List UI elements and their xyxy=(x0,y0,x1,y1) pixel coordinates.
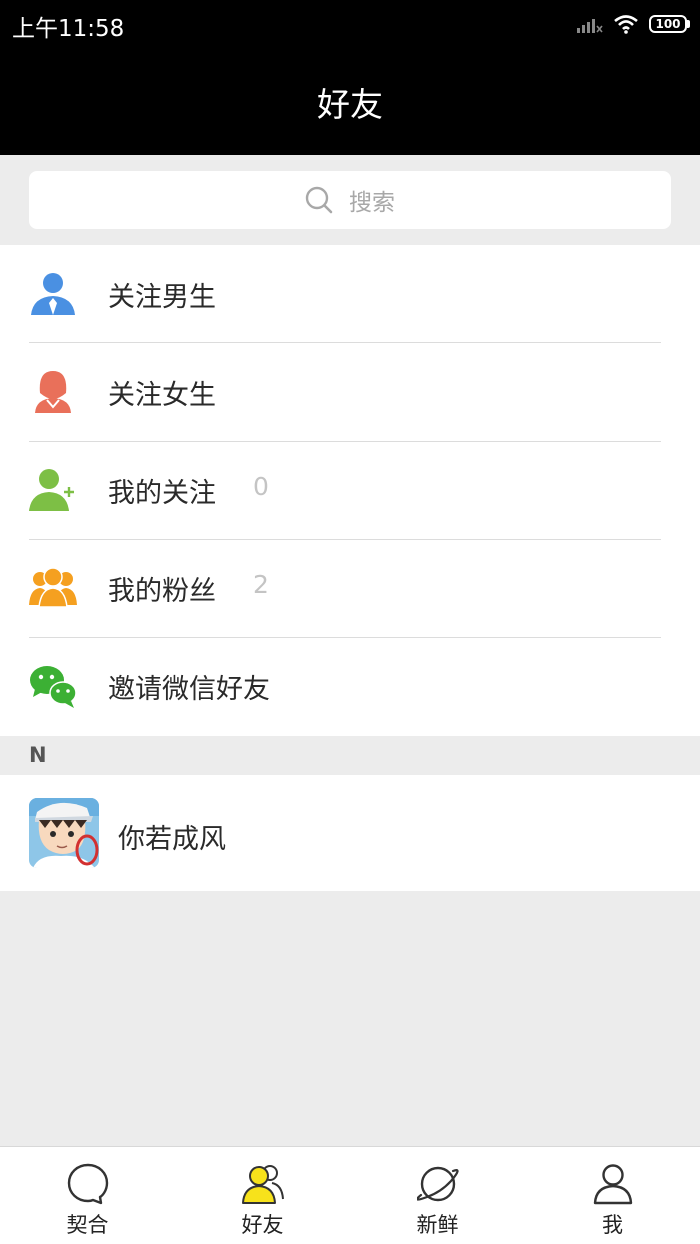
group-icon xyxy=(29,567,77,608)
menu-item-invite-wechat[interactable]: 邀请微信好友 xyxy=(0,637,700,735)
menu-item-my-follows[interactable]: 我的关注 0 xyxy=(0,441,700,539)
friends-icon xyxy=(242,1165,284,1204)
tab-label: 我 xyxy=(602,1213,623,1237)
person-icon xyxy=(593,1164,633,1205)
status-bar: 上午11:58 100 xyxy=(0,0,700,48)
tab-label: 好友 xyxy=(241,1213,284,1237)
friend-list-item[interactable]: 你若成风 xyxy=(0,775,700,891)
menu-label: 我的粉丝 xyxy=(108,576,216,607)
planet-icon xyxy=(417,1166,459,1202)
tab-label: 契合 xyxy=(66,1213,109,1237)
status-icons: 100 xyxy=(577,10,690,38)
battery-icon: 100 xyxy=(649,15,690,33)
bottom-tab-bar: 契合 好友 新鲜 我 xyxy=(0,1146,700,1244)
menu-label: 我的关注 xyxy=(108,478,216,509)
search-icon xyxy=(305,186,333,214)
menu-item-my-fans[interactable]: 我的粉丝 2 xyxy=(0,539,700,637)
title-bar: 好友 xyxy=(0,48,700,155)
page-title: 好友 xyxy=(317,84,383,124)
search-input[interactable]: 搜索 xyxy=(29,171,671,229)
section-letter: N xyxy=(29,743,47,767)
tab-discover[interactable]: 新鲜 xyxy=(350,1147,525,1244)
tab-friends[interactable]: 好友 xyxy=(175,1147,350,1244)
avatar xyxy=(29,798,99,868)
section-header: N xyxy=(0,736,700,775)
menu-list: 关注男生 关注女生 我的关注 0 我的粉丝 2 邀请微信好友 xyxy=(0,245,700,736)
wechat-icon xyxy=(30,666,77,708)
menu-item-follow-female[interactable]: 关注女生 xyxy=(0,343,700,441)
menu-label: 邀请微信好友 xyxy=(108,674,270,705)
fans-count: 2 xyxy=(253,570,269,599)
signal-icon xyxy=(577,19,603,33)
search-section: 搜索 xyxy=(0,155,700,245)
tab-label: 新鲜 xyxy=(416,1213,459,1237)
female-user-icon xyxy=(35,371,71,413)
search-placeholder: 搜索 xyxy=(349,190,395,216)
menu-label: 关注女生 xyxy=(108,380,216,411)
wifi-icon xyxy=(614,15,638,34)
follow-count: 0 xyxy=(253,472,269,501)
status-time: 上午11:58 xyxy=(12,16,125,42)
battery-level: 100 xyxy=(649,15,687,33)
chat-bubble-icon xyxy=(67,1163,109,1205)
menu-label: 关注男生 xyxy=(108,282,216,313)
tab-me[interactable]: 我 xyxy=(525,1147,700,1244)
friend-name: 你若成风 xyxy=(118,824,226,855)
male-user-icon xyxy=(31,273,75,315)
tab-match[interactable]: 契合 xyxy=(0,1147,175,1244)
menu-item-follow-male[interactable]: 关注男生 xyxy=(0,245,700,343)
add-user-icon xyxy=(29,469,74,511)
